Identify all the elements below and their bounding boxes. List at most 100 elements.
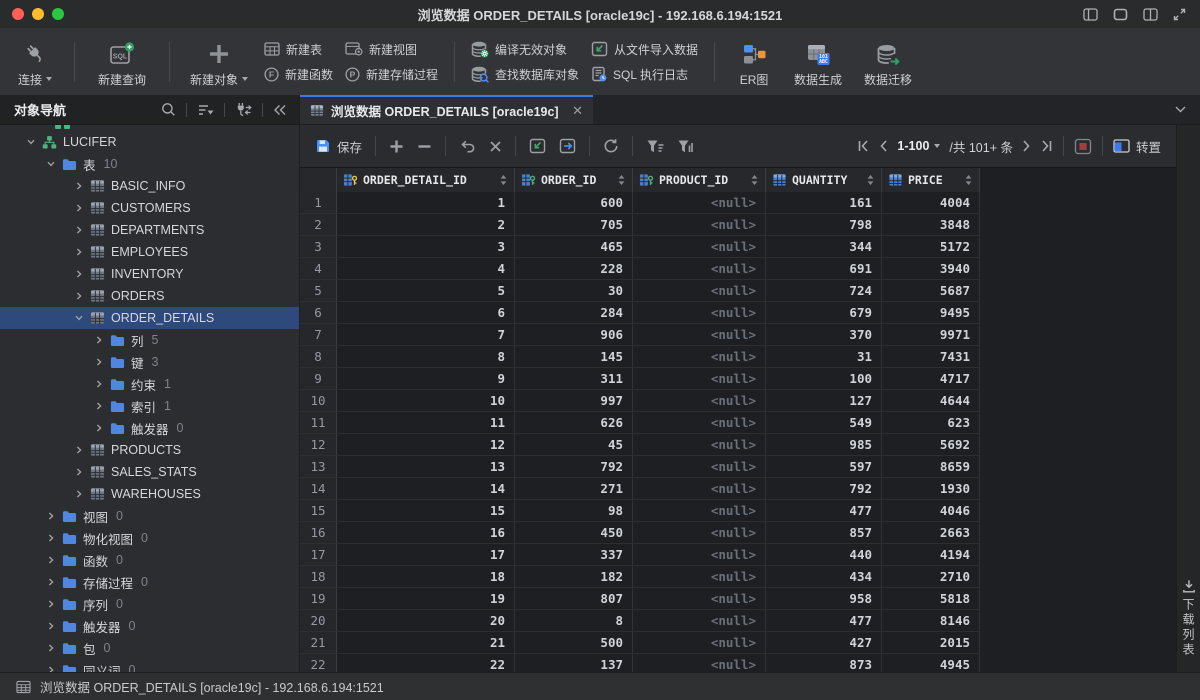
toggle-sidebar-icon[interactable] bbox=[1083, 7, 1098, 21]
save-button[interactable]: 保存 bbox=[315, 137, 362, 156]
table-row[interactable]: 12 12 45 <null> 985 5692 bbox=[300, 434, 980, 456]
stop-button[interactable] bbox=[1074, 138, 1092, 155]
tree-item-WAREHOUSES[interactable]: WAREHOUSES bbox=[0, 483, 299, 505]
grid-cell[interactable]: 18 bbox=[337, 566, 515, 588]
grid-cell[interactable]: 344 bbox=[766, 236, 882, 258]
tree-item-键[interactable]: 键3 bbox=[0, 351, 299, 373]
download-list-tab[interactable]: 下载列表 bbox=[1180, 579, 1197, 658]
table-row[interactable]: 5 5 30 <null> 724 5687 bbox=[300, 280, 980, 302]
grid-cell[interactable]: 161 bbox=[766, 192, 882, 214]
grid-cell[interactable]: 4717 bbox=[882, 368, 980, 390]
tree-item-约束[interactable]: 约束 1 bbox=[0, 373, 299, 395]
table-row[interactable]: 13 13 792 <null> 597 8659 bbox=[300, 456, 980, 478]
column-header-ORDER_DETAIL_ID[interactable]: ORDER_DETAIL_ID bbox=[337, 168, 515, 192]
table-row[interactable]: 19 19 807 <null> 958 5818 bbox=[300, 588, 980, 610]
column-filter-button[interactable] bbox=[677, 139, 693, 154]
grid-cell[interactable]: 6 bbox=[337, 302, 515, 324]
grid-cell[interactable]: 4945 bbox=[882, 654, 980, 672]
grid-cell[interactable]: 1 bbox=[337, 192, 515, 214]
compile-invalid-button[interactable]: 编译无效对象 bbox=[471, 41, 579, 58]
grid-cell[interactable]: 17 bbox=[337, 544, 515, 566]
column-header-QUANTITY[interactable]: QUANTITY bbox=[766, 168, 882, 192]
grid-cell[interactable]: <null> bbox=[633, 588, 766, 610]
grid-cell[interactable]: 679 bbox=[766, 302, 882, 324]
export-data-button[interactable] bbox=[559, 138, 576, 154]
grid-cell[interactable]: <null> bbox=[633, 390, 766, 412]
grid-cell[interactable]: 477 bbox=[766, 610, 882, 632]
tree-item-SALES_STATS[interactable]: SALES_STATS bbox=[0, 461, 299, 483]
grid-cell[interactable]: <null> bbox=[633, 522, 766, 544]
grid-cell[interactable]: 873 bbox=[766, 654, 882, 672]
grid-cell[interactable]: <null> bbox=[633, 302, 766, 324]
new-view-button[interactable]: 新建视图 bbox=[345, 41, 438, 58]
grid-cell[interactable]: 600 bbox=[515, 192, 633, 214]
tree-item-BASIC_INFO[interactable]: BASIC_INFO bbox=[0, 175, 299, 197]
grid-cell[interactable]: 12 bbox=[337, 434, 515, 456]
grid-cell[interactable]: 127 bbox=[766, 390, 882, 412]
grid-cell[interactable]: 3940 bbox=[882, 258, 980, 280]
table-row[interactable]: 8 8 145 <null> 31 7431 bbox=[300, 346, 980, 368]
grid-cell[interactable]: 9 bbox=[337, 368, 515, 390]
column-header-ORDER_ID[interactable]: ORDER_ID bbox=[515, 168, 633, 192]
split-view-icon[interactable] bbox=[1143, 7, 1158, 21]
grid-cell[interactable]: 98 bbox=[515, 500, 633, 522]
new-object-button[interactable]: 新建对象 bbox=[186, 36, 252, 88]
grid-cell[interactable]: 2663 bbox=[882, 522, 980, 544]
first-page-button[interactable] bbox=[857, 140, 870, 152]
add-row-button[interactable] bbox=[389, 139, 404, 154]
table-row[interactable]: 20 20 8 <null> 477 8146 bbox=[300, 610, 980, 632]
close-window-button[interactable] bbox=[12, 8, 24, 20]
connect-button[interactable]: 连接 bbox=[12, 36, 58, 88]
tree-item-序列[interactable]: 序列 0 bbox=[0, 593, 299, 615]
data-migrate-button[interactable]: 数据迁移 bbox=[859, 36, 917, 88]
grid-cell[interactable]: 14 bbox=[337, 478, 515, 500]
find-db-object-button[interactable]: 查找数据库对象 bbox=[471, 66, 579, 83]
grid-cell[interactable]: 450 bbox=[515, 522, 633, 544]
grid-cell[interactable]: 798 bbox=[766, 214, 882, 236]
import-data-button[interactable] bbox=[529, 138, 546, 154]
grid-cell[interactable]: 16 bbox=[337, 522, 515, 544]
grid-cell[interactable]: 5692 bbox=[882, 434, 980, 456]
collapse-panel-icon[interactable] bbox=[273, 104, 287, 116]
grid-cell[interactable]: <null> bbox=[633, 368, 766, 390]
table-row[interactable]: 21 21 500 <null> 427 2015 bbox=[300, 632, 980, 654]
grid-cell[interactable]: <null> bbox=[633, 654, 766, 672]
tree-item-PRODUCTS[interactable]: PRODUCTS bbox=[0, 439, 299, 461]
grid-cell[interactable]: 427 bbox=[766, 632, 882, 654]
grid-cell[interactable]: 4046 bbox=[882, 500, 980, 522]
grid-cell[interactable]: <null> bbox=[633, 346, 766, 368]
delete-row-button[interactable] bbox=[417, 144, 432, 149]
table-row[interactable]: 2 2 705 <null> 798 3848 bbox=[300, 214, 980, 236]
search-icon[interactable] bbox=[161, 102, 176, 117]
grid-cell[interactable]: <null> bbox=[633, 280, 766, 302]
grid-cell[interactable]: <null> bbox=[633, 456, 766, 478]
tree-item-包[interactable]: 包0 bbox=[0, 637, 299, 659]
grid-cell[interactable]: 434 bbox=[766, 566, 882, 588]
grid-cell[interactable]: 705 bbox=[515, 214, 633, 236]
grid-cell[interactable]: <null> bbox=[633, 324, 766, 346]
grid-cell[interactable]: 8146 bbox=[882, 610, 980, 632]
grid-cell[interactable]: 3848 bbox=[882, 214, 980, 236]
tree-item-触发器[interactable]: 触发器 0 bbox=[0, 615, 299, 637]
grid-cell[interactable]: <null> bbox=[633, 566, 766, 588]
tree-item-EMPLOYEES[interactable]: EMPLOYEES bbox=[0, 241, 299, 263]
tree-item-表[interactable]: 表 10 bbox=[0, 153, 299, 175]
tree-item-LUCIFER[interactable]: LUCIFER bbox=[0, 131, 299, 153]
grid-cell[interactable]: 311 bbox=[515, 368, 633, 390]
tree-item-ORDERS[interactable]: ORDERS bbox=[0, 285, 299, 307]
window-mode-icon[interactable] bbox=[1113, 8, 1128, 21]
grid-cell[interactable]: <null> bbox=[633, 610, 766, 632]
table-row[interactable]: 10 10 997 <null> 127 4644 bbox=[300, 390, 980, 412]
tree-item-同义词[interactable]: 同义词 0 bbox=[0, 659, 299, 672]
grid-cell[interactable]: 4 bbox=[337, 258, 515, 280]
grid-cell[interactable]: 21 bbox=[337, 632, 515, 654]
grid-cell[interactable]: 5172 bbox=[882, 236, 980, 258]
grid-cell[interactable]: 5818 bbox=[882, 588, 980, 610]
grid-cell[interactable]: 792 bbox=[766, 478, 882, 500]
table-row[interactable]: 14 14 271 <null> 792 1930 bbox=[300, 478, 980, 500]
grid-cell[interactable]: 182 bbox=[515, 566, 633, 588]
tab-browse-data[interactable]: 浏览数据 ORDER_DETAILS [oracle19c] ✕ bbox=[300, 95, 593, 124]
tree-item-视图[interactable]: 视图 0 bbox=[0, 505, 299, 527]
grid-cell[interactable]: 857 bbox=[766, 522, 882, 544]
filter-sort-button[interactable] bbox=[646, 139, 664, 154]
